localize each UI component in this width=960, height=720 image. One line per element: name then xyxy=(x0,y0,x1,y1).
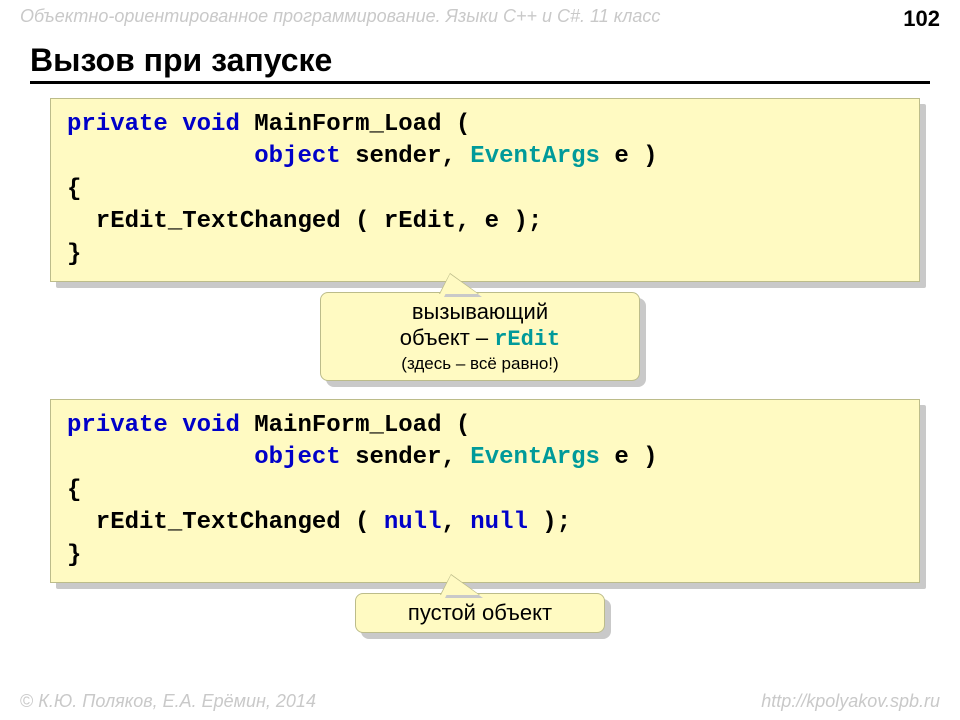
callout-1: вызывающий объект – rEdit (здесь – всё р… xyxy=(320,292,640,381)
callout-line1: вызывающий xyxy=(335,299,625,325)
code-block-2: private void MainForm_Load ( object send… xyxy=(50,399,920,583)
code-content-2: private void MainForm_Load ( object send… xyxy=(50,399,920,583)
callout-2: пустой объект xyxy=(355,593,605,633)
kw-private: private xyxy=(67,412,168,439)
callout-line3: (здесь – всё равно!) xyxy=(335,354,625,374)
callout2-text: пустой объект xyxy=(408,600,552,625)
copyright-icon: © xyxy=(20,691,33,711)
footer-authors: © К.Ю. Поляков, Е.А. Ерёмин, 2014 xyxy=(20,691,316,712)
callout-body-2: пустой объект xyxy=(355,593,605,633)
kw-private: private xyxy=(67,111,168,138)
kw-void: void xyxy=(182,412,240,439)
kw-null: null xyxy=(470,509,528,536)
callout-pointer-icon xyxy=(440,274,478,294)
type-eventargs: EventArgs xyxy=(470,444,600,471)
code-block-1: private void MainForm_Load ( object send… xyxy=(50,98,920,282)
kw-object: object xyxy=(254,444,340,471)
callout-pointer-icon xyxy=(441,575,479,595)
course-title: Объектно-ориентированное программировани… xyxy=(20,6,660,27)
kw-void: void xyxy=(182,111,240,138)
callout-line2: объект – rEdit xyxy=(335,325,625,352)
callout-code-ref: rEdit xyxy=(494,327,560,352)
code-content-1: private void MainForm_Load ( object send… xyxy=(50,98,920,282)
footer-url: http://kpolyakov.spb.ru xyxy=(761,691,940,712)
footer: © К.Ю. Поляков, Е.А. Ерёмин, 2014 http:/… xyxy=(20,691,940,712)
slide-title: Вызов при запуске xyxy=(30,42,930,79)
title-underline xyxy=(30,81,930,84)
callout-body-1: вызывающий объект – rEdit (здесь – всё р… xyxy=(320,292,640,381)
header: Объектно-ориентированное программировани… xyxy=(0,0,960,36)
type-eventargs: EventArgs xyxy=(470,143,600,170)
kw-object: object xyxy=(254,143,340,170)
kw-null: null xyxy=(384,509,442,536)
page-number: 102 xyxy=(903,6,940,32)
